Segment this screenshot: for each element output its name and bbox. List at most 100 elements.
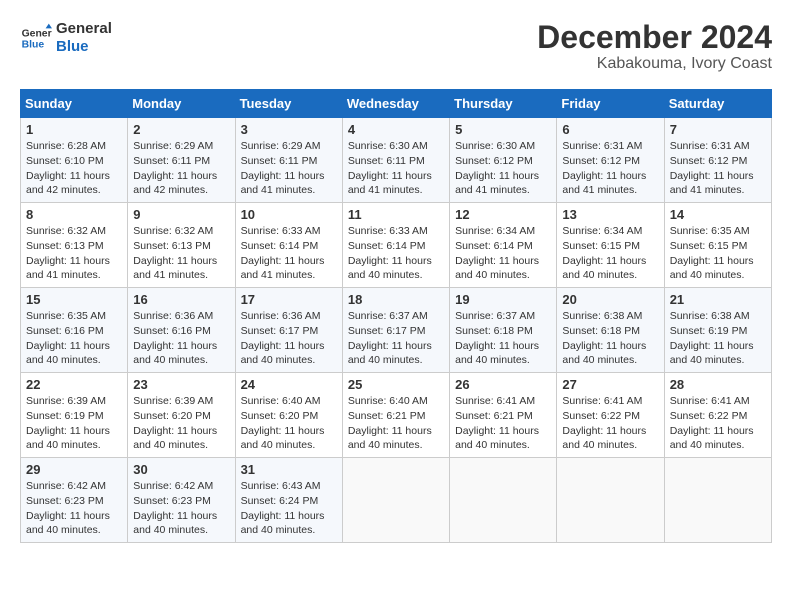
cell-sun-info: Sunrise: 6:35 AM Sunset: 6:16 PM Dayligh… xyxy=(26,309,122,368)
cell-sun-info: Sunrise: 6:39 AM Sunset: 6:20 PM Dayligh… xyxy=(133,394,229,453)
cell-sun-info: Sunrise: 6:43 AM Sunset: 6:24 PM Dayligh… xyxy=(241,479,337,538)
cell-sun-info: Sunrise: 6:34 AM Sunset: 6:14 PM Dayligh… xyxy=(455,224,551,283)
day-number: 11 xyxy=(348,207,444,222)
cell-sun-info: Sunrise: 6:29 AM Sunset: 6:11 PM Dayligh… xyxy=(133,139,229,198)
logo-icon: General Blue xyxy=(20,22,52,54)
day-number: 5 xyxy=(455,122,551,137)
calendar-cell: 30 Sunrise: 6:42 AM Sunset: 6:23 PM Dayli… xyxy=(128,458,235,543)
calendar-cell: 21Sunrise: 6:38 AM Sunset: 6:19 PM Dayli… xyxy=(664,288,771,373)
day-number: 25 xyxy=(348,377,444,392)
cell-sun-info: Sunrise: 6:32 AM Sunset: 6:13 PM Dayligh… xyxy=(133,224,229,283)
day-number: 13 xyxy=(562,207,658,222)
weekday-header-tuesday: Tuesday xyxy=(235,90,342,118)
calendar-cell: 25 Sunrise: 6:40 AM Sunset: 6:21 PM Dayli… xyxy=(342,373,449,458)
cell-sun-info: Sunrise: 6:37 AM Sunset: 6:18 PM Dayligh… xyxy=(455,309,551,368)
day-number: 28 xyxy=(670,377,766,392)
day-number: 9 xyxy=(133,207,229,222)
calendar-cell: 7 Sunrise: 6:31 AM Sunset: 6:12 PM Daylig… xyxy=(664,118,771,203)
weekday-header-wednesday: Wednesday xyxy=(342,90,449,118)
logo-blue: Blue xyxy=(56,38,112,56)
calendar-cell: 14Sunrise: 6:35 AM Sunset: 6:15 PM Dayli… xyxy=(664,203,771,288)
calendar-cell: 16Sunrise: 6:36 AM Sunset: 6:16 PM Dayli… xyxy=(128,288,235,373)
calendar-week-row: 29 Sunrise: 6:42 AM Sunset: 6:23 PM Dayli… xyxy=(21,458,772,543)
cell-sun-info: Sunrise: 6:33 AM Sunset: 6:14 PM Dayligh… xyxy=(241,224,337,283)
calendar-header-row: SundayMondayTuesdayWednesdayThursdayFrid… xyxy=(21,90,772,118)
day-number: 19 xyxy=(455,292,551,307)
calendar-cell: 29Sunrise: 6:42 AM Sunset: 6:23 PM Dayli… xyxy=(21,458,128,543)
calendar-cell: 6 Sunrise: 6:31 AM Sunset: 6:12 PM Daylig… xyxy=(557,118,664,203)
calendar-cell: 5 Sunrise: 6:30 AM Sunset: 6:12 PM Daylig… xyxy=(450,118,557,203)
calendar-cell: 1 Sunrise: 6:28 AM Sunset: 6:10 PM Daylig… xyxy=(21,118,128,203)
cell-sun-info: Sunrise: 6:30 AM Sunset: 6:11 PM Dayligh… xyxy=(348,139,444,198)
calendar-week-row: 15 Sunrise: 6:35 AM Sunset: 6:16 PM Dayli… xyxy=(21,288,772,373)
cell-sun-info: Sunrise: 6:31 AM Sunset: 6:12 PM Dayligh… xyxy=(562,139,658,198)
weekday-header-monday: Monday xyxy=(128,90,235,118)
calendar-cell: 31Sunrise: 6:43 AM Sunset: 6:24 PM Dayli… xyxy=(235,458,342,543)
calendar-cell: 24 Sunrise: 6:40 AM Sunset: 6:20 PM Dayli… xyxy=(235,373,342,458)
day-number: 21 xyxy=(670,292,766,307)
day-number: 24 xyxy=(241,377,337,392)
cell-sun-info: Sunrise: 6:41 AM Sunset: 6:21 PM Dayligh… xyxy=(455,394,551,453)
cell-sun-info: Sunrise: 6:40 AM Sunset: 6:20 PM Dayligh… xyxy=(241,394,337,453)
cell-sun-info: Sunrise: 6:38 AM Sunset: 6:18 PM Dayligh… xyxy=(562,309,658,368)
cell-sun-info: Sunrise: 6:32 AM Sunset: 6:13 PM Dayligh… xyxy=(26,224,122,283)
calendar-cell: 27Sunrise: 6:41 AM Sunset: 6:22 PM Dayli… xyxy=(557,373,664,458)
day-number: 6 xyxy=(562,122,658,137)
calendar-cell: 8 Sunrise: 6:32 AM Sunset: 6:13 PM Daylig… xyxy=(21,203,128,288)
calendar-cell xyxy=(664,458,771,543)
cell-sun-info: Sunrise: 6:28 AM Sunset: 6:10 PM Dayligh… xyxy=(26,139,122,198)
page-header: General Blue General Blue December 2024 … xyxy=(20,20,772,73)
calendar-cell: 13 Sunrise: 6:34 AM Sunset: 6:15 PM Dayli… xyxy=(557,203,664,288)
cell-sun-info: Sunrise: 6:40 AM Sunset: 6:21 PM Dayligh… xyxy=(348,394,444,453)
svg-text:Blue: Blue xyxy=(22,40,45,51)
calendar-cell: 26 Sunrise: 6:41 AM Sunset: 6:21 PM Dayli… xyxy=(450,373,557,458)
day-number: 30 xyxy=(133,462,229,477)
day-number: 14 xyxy=(670,207,766,222)
weekday-header-saturday: Saturday xyxy=(664,90,771,118)
day-number: 7 xyxy=(670,122,766,137)
weekday-header-friday: Friday xyxy=(557,90,664,118)
day-number: 15 xyxy=(26,292,122,307)
day-number: 8 xyxy=(26,207,122,222)
cell-sun-info: Sunrise: 6:42 AM Sunset: 6:23 PM Dayligh… xyxy=(133,479,229,538)
calendar-cell xyxy=(342,458,449,543)
day-number: 3 xyxy=(241,122,337,137)
calendar-cell xyxy=(450,458,557,543)
calendar-cell: 11 Sunrise: 6:33 AM Sunset: 6:14 PM Dayli… xyxy=(342,203,449,288)
day-number: 1 xyxy=(26,122,122,137)
page-subtitle: Kabakouma, Ivory Coast xyxy=(537,55,772,73)
calendar-cell: 17 Sunrise: 6:36 AM Sunset: 6:17 PM Dayli… xyxy=(235,288,342,373)
calendar-body: 1 Sunrise: 6:28 AM Sunset: 6:10 PM Daylig… xyxy=(21,118,772,543)
cell-sun-info: Sunrise: 6:33 AM Sunset: 6:14 PM Dayligh… xyxy=(348,224,444,283)
day-number: 26 xyxy=(455,377,551,392)
cell-sun-info: Sunrise: 6:39 AM Sunset: 6:19 PM Dayligh… xyxy=(26,394,122,453)
calendar-cell: 19 Sunrise: 6:37 AM Sunset: 6:18 PM Dayli… xyxy=(450,288,557,373)
calendar-cell: 9 Sunrise: 6:32 AM Sunset: 6:13 PM Daylig… xyxy=(128,203,235,288)
calendar-cell: 3Sunrise: 6:29 AM Sunset: 6:11 PM Daylig… xyxy=(235,118,342,203)
calendar-week-row: 22 Sunrise: 6:39 AM Sunset: 6:19 PM Dayli… xyxy=(21,373,772,458)
day-number: 16 xyxy=(133,292,229,307)
cell-sun-info: Sunrise: 6:30 AM Sunset: 6:12 PM Dayligh… xyxy=(455,139,551,198)
calendar-cell: 2Sunrise: 6:29 AM Sunset: 6:11 PM Daylig… xyxy=(128,118,235,203)
day-number: 10 xyxy=(241,207,337,222)
calendar-cell: 10 Sunrise: 6:33 AM Sunset: 6:14 PM Dayli… xyxy=(235,203,342,288)
weekday-header-thursday: Thursday xyxy=(450,90,557,118)
calendar-cell: 12 Sunrise: 6:34 AM Sunset: 6:14 PM Dayli… xyxy=(450,203,557,288)
calendar-cell: 23Sunrise: 6:39 AM Sunset: 6:20 PM Dayli… xyxy=(128,373,235,458)
day-number: 29 xyxy=(26,462,122,477)
day-number: 18 xyxy=(348,292,444,307)
calendar-week-row: 1 Sunrise: 6:28 AM Sunset: 6:10 PM Daylig… xyxy=(21,118,772,203)
day-number: 22 xyxy=(26,377,122,392)
day-number: 12 xyxy=(455,207,551,222)
cell-sun-info: Sunrise: 6:34 AM Sunset: 6:15 PM Dayligh… xyxy=(562,224,658,283)
calendar-cell: 15 Sunrise: 6:35 AM Sunset: 6:16 PM Dayli… xyxy=(21,288,128,373)
day-number: 4 xyxy=(348,122,444,137)
cell-sun-info: Sunrise: 6:31 AM Sunset: 6:12 PM Dayligh… xyxy=(670,139,766,198)
calendar-cell: 4 Sunrise: 6:30 AM Sunset: 6:11 PM Daylig… xyxy=(342,118,449,203)
calendar-cell: 18Sunrise: 6:37 AM Sunset: 6:17 PM Dayli… xyxy=(342,288,449,373)
cell-sun-info: Sunrise: 6:36 AM Sunset: 6:17 PM Dayligh… xyxy=(241,309,337,368)
page-title: December 2024 xyxy=(537,20,772,55)
day-number: 17 xyxy=(241,292,337,307)
calendar-cell xyxy=(557,458,664,543)
calendar-cell: 28Sunrise: 6:41 AM Sunset: 6:22 PM Dayli… xyxy=(664,373,771,458)
